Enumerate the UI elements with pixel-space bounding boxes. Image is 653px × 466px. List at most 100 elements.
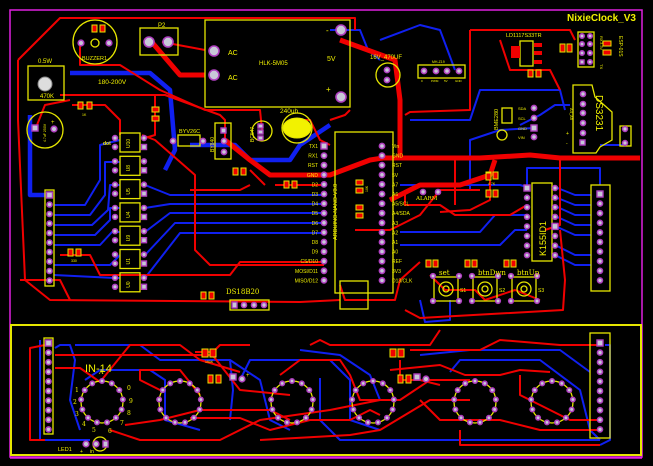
arduino-pin <box>320 190 328 198</box>
decoder-label: K155ID1 <box>538 221 548 256</box>
optocoupler-label: U4 <box>126 211 132 218</box>
digit-label: 3 <box>75 411 79 418</box>
arduino-right-pin-label: A6 <box>392 192 398 198</box>
display-right-header <box>589 332 611 439</box>
arduino-pin <box>320 161 328 169</box>
digit-label: 1 <box>75 387 79 394</box>
pcb-layout: AC AC HLK-5M05 5V - + P2 BUZZER1 0.5W 47… <box>9 9 643 459</box>
arduino-left-pin-label: D8 <box>312 240 319 246</box>
button-ref: S2 <box>499 288 505 294</box>
arduino-right-pin-label: GND <box>392 154 404 160</box>
arduino-pin <box>378 171 386 179</box>
arduino-pin <box>320 267 328 275</box>
arduino-pin <box>320 219 328 227</box>
arduino-pin <box>378 152 386 159</box>
rtc-module: DS3231 A4_A5 + - <box>566 84 632 154</box>
arduino-pin <box>378 238 386 246</box>
arduino-pin <box>320 248 328 255</box>
arduino-left-pin-label: D4 <box>312 202 319 208</box>
arduino-nano: ARDUINO-NANO-V3.0 TX1 Vin RX1 GND RST RST GND 5… <box>295 131 413 310</box>
arduino-right-pin-label: A1 <box>392 240 398 246</box>
nixie-decoder-ic: K155ID1 <box>523 182 559 262</box>
digit-label: 2 <box>73 399 77 406</box>
arduino-pin <box>378 276 386 284</box>
arduino-left-pin-label: RX1 <box>308 154 318 160</box>
button-label: btnUp <box>517 269 540 277</box>
arduino-left-pin-label: D7 <box>312 230 319 236</box>
arduino-left-pin-label: D5 <box>312 211 319 217</box>
hv-voltage-label: 180-200V <box>98 79 127 86</box>
svg-text:3.3V: 3.3V <box>599 42 604 51</box>
led-label: LED1 <box>58 447 72 453</box>
transistor-label: BC547 <box>250 126 256 142</box>
svg-text:0: 0 <box>421 79 423 83</box>
ac-label-1: AC <box>228 50 238 57</box>
svg-text:GND: GND <box>518 126 527 131</box>
ds18b20-label: DS18B20 <box>226 288 259 296</box>
optocoupler-label: U8 <box>126 165 132 172</box>
ac-pad-2 <box>208 69 220 81</box>
arduino-right-pin-label: A4/SDA <box>392 211 410 217</box>
svg-text:VIN: VIN <box>518 135 525 140</box>
resistor-150k-label: 150K <box>205 360 214 364</box>
button-label: set <box>439 269 450 277</box>
pot-value-label: 470K <box>40 94 54 100</box>
arduino-pin <box>320 209 328 217</box>
svg-text:+: + <box>246 373 250 379</box>
optocoupler-label: U1 <box>126 258 132 265</box>
arduino-pin <box>378 267 386 275</box>
arduino-pin <box>378 228 386 236</box>
optocoupler-group: U10 U8 U5 U4 U9 U1 U0 <box>111 132 148 293</box>
button-ref: S3 <box>538 288 544 294</box>
power-module-label: HLK-5M05 <box>259 61 288 67</box>
arduino-right-pin-label: D13/CLK <box>392 278 413 284</box>
arduino-right-pin-label: REF <box>392 259 402 265</box>
rtc-label: DS3231 <box>593 95 604 132</box>
svg-text:+: + <box>80 449 83 455</box>
arduino-pin <box>378 219 386 227</box>
button-ref: S1 <box>460 288 466 294</box>
buzzer-label: BUZZER1 <box>82 56 107 62</box>
arduino-pin <box>378 142 386 150</box>
svg-text:in: in <box>90 449 94 455</box>
arduino-right-pin-label: RST <box>392 163 402 169</box>
arduino-pin <box>320 276 328 284</box>
arduino-left-pin-label: D9 <box>312 250 319 256</box>
svg-text:TX: TX <box>599 64 604 69</box>
svg-text:5V: 5V <box>444 79 448 83</box>
esp-label: ESP-01S <box>617 36 623 57</box>
right-header <box>590 184 611 292</box>
anode-label: A <box>98 369 104 376</box>
board-title: NixieClock_V3 <box>567 13 636 24</box>
optocoupler-label: U9 <box>126 235 132 242</box>
arduino-pin <box>320 238 328 246</box>
digit-label: 6 <box>108 428 112 435</box>
arduino-left-pin-label: CS/D10 <box>300 259 318 265</box>
arduino-right-pin-label: A2 <box>392 230 398 236</box>
trimmer-potentiometer: 0.5W 470K <box>27 59 65 101</box>
svg-text:RX: RX <box>599 36 604 42</box>
arduino-pin <box>378 200 386 207</box>
pot-power-label: 0.5W <box>38 59 52 65</box>
svg-text:GND: GND <box>455 79 463 83</box>
svg-text:A4_A5: A4_A5 <box>569 108 574 121</box>
svg-text:SCL: SCL <box>518 116 527 121</box>
digit-label: 9 <box>129 398 133 405</box>
digit-label: 5 <box>92 427 96 434</box>
capacitor-hv: + 4.7uF 250V <box>26 111 64 149</box>
arduino-pin <box>378 180 386 188</box>
svg-text:+: + <box>51 120 55 126</box>
arduino-right-pin-label: A3 <box>392 221 398 227</box>
resistor-4.7k-label: 4.7K <box>488 182 496 186</box>
svg-text:+: + <box>566 131 569 137</box>
arduino-pin <box>320 180 328 188</box>
power-module: AC AC HLK-5M05 5V - + <box>204 19 351 108</box>
optocoupler-label: U10 <box>126 139 132 148</box>
arduino-left-pin-label: D2 <box>312 182 319 188</box>
arduino-pin <box>320 152 328 159</box>
resistor-10k-label: 10K <box>365 185 369 192</box>
digit-label: 0 <box>127 385 131 392</box>
arduino-left-pin-label: D3 <box>312 192 319 198</box>
inductor-label: 240uh <box>280 108 298 115</box>
digit-label: 4 <box>82 421 86 428</box>
